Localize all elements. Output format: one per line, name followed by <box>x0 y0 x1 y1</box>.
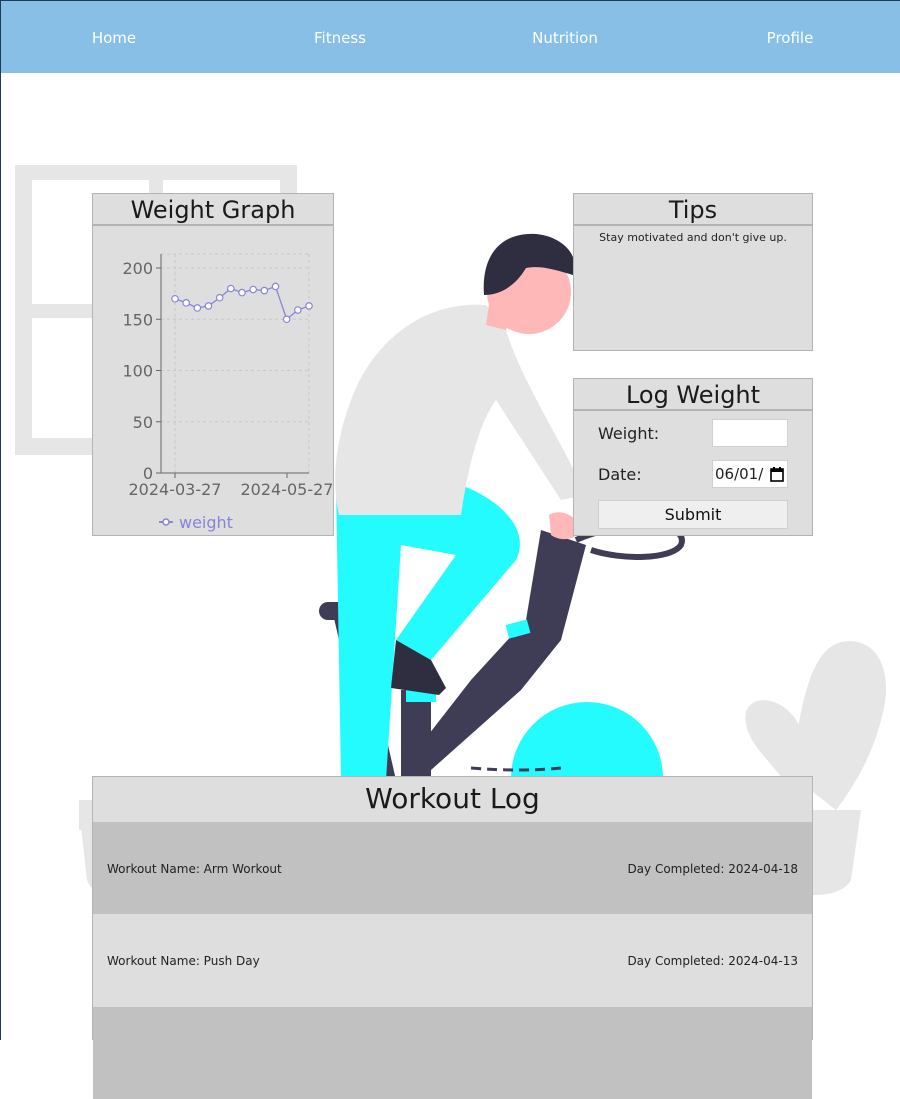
workout-name: Workout Name: Arm Workout <box>107 862 282 876</box>
weight-data-point <box>260 286 269 295</box>
submit-button[interactable]: Submit <box>598 500 788 529</box>
y-tick-label: 200 <box>122 259 153 278</box>
tips-panel: Tips Stay motivated and don't give up. <box>573 193 813 351</box>
legend-point-marker <box>162 518 170 526</box>
tips-title: Tips <box>574 194 812 226</box>
workout-log-panel: Workout Log Workout Name: Arm Workout Da… <box>92 776 813 1099</box>
y-tick-label: 100 <box>122 362 153 381</box>
weight-data-point <box>204 302 213 310</box>
workout-day-completed: Day Completed: 2024-04-18 <box>627 862 798 876</box>
tips-text: Stay motivated and don't give up. <box>599 231 787 244</box>
weight-data-point <box>193 304 202 312</box>
workout-day-completed: Day Completed: 2024-04-13 <box>627 954 798 968</box>
log-weight-title: Log Weight <box>574 379 812 411</box>
date-value: 06/01/ <box>715 465 764 483</box>
date-input[interactable]: 06/01/ <box>712 460 788 488</box>
weight-graph-title: Weight Graph <box>93 194 333 226</box>
x-tick-label: 2024-05-27 <box>241 480 333 499</box>
weight-line-chart: 0501001502002024-03-27 2024-05-27weight <box>122 253 333 532</box>
workout-log-row[interactable]: Workout Name: Push Day Day Completed: 20… <box>93 914 812 1006</box>
y-tick-label: 50 <box>133 413 153 432</box>
weight-data-point <box>182 299 190 307</box>
date-label: Date: <box>598 465 642 484</box>
weight-data-point <box>249 285 257 294</box>
workout-name: Workout Name: Push Day <box>107 954 260 968</box>
weight-data-point <box>271 282 280 291</box>
weight-data-point <box>227 284 235 293</box>
workout-log-row[interactable]: Workout Name: Arm Workout Day Completed:… <box>93 822 812 914</box>
workout-log-title: Workout Log <box>365 782 540 815</box>
log-weight-panel: Log Weight Weight: Date: 06/01/ Submit <box>573 378 813 536</box>
weight-data-point <box>215 293 224 302</box>
weight-graph-panel: Weight Graph 0 50 100 150 200 2024-03-27 2024-… <box>92 193 334 536</box>
weight-data-point <box>282 315 291 324</box>
weight-data-point <box>305 302 313 310</box>
weight-data-point <box>171 294 179 303</box>
weight-label: Weight: <box>598 424 660 443</box>
legend-label: weight <box>179 513 233 532</box>
y-tick-label: 150 <box>122 310 153 329</box>
weight-data-point <box>238 288 246 297</box>
weight-input[interactable] <box>712 419 788 447</box>
x-tick-label: 2024-03-27 <box>129 480 222 499</box>
workout-log-row[interactable] <box>93 1007 812 1099</box>
calendar-icon[interactable] <box>770 467 784 482</box>
weight-data-point <box>294 306 302 314</box>
